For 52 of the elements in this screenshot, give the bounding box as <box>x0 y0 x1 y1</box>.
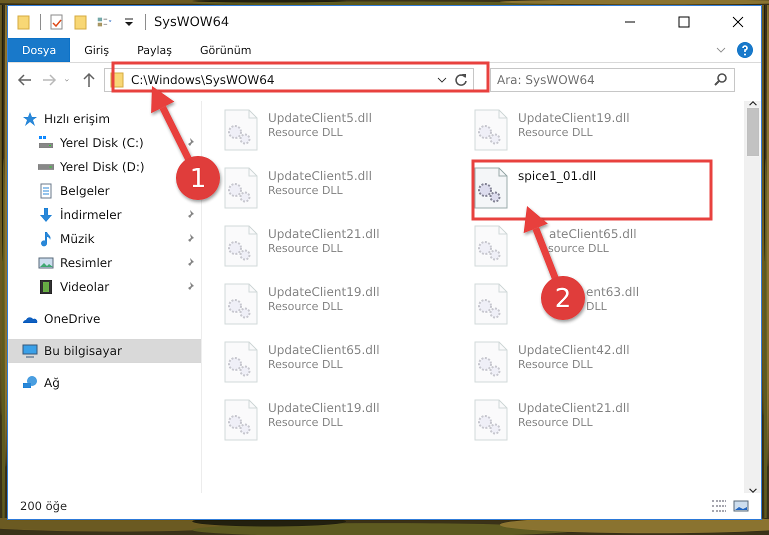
file-type: Resource DLL <box>268 358 343 371</box>
film-icon <box>38 279 54 295</box>
ribbon-tab[interactable]: Görünüm <box>186 38 266 62</box>
search-field[interactable]: Ara: SysWOW64 <box>490 68 735 92</box>
computer-icon <box>22 343 38 359</box>
dropdown-icon[interactable] <box>437 75 447 85</box>
file-type: Resource DLL <box>268 242 343 255</box>
help-icon[interactable] <box>737 42 753 58</box>
details-view-icon[interactable] <box>711 498 727 514</box>
properties-icon[interactable] <box>49 14 65 30</box>
file-type: Resource DLL <box>518 358 593 371</box>
address-field[interactable]: C:\Windows\SysWOW64 <box>104 68 474 92</box>
ribbon-tab[interactable]: Giriş <box>70 38 124 62</box>
network-icon <box>22 375 38 391</box>
sidebar-item[interactable]: Ağ <box>22 375 60 391</box>
scroll-thumb[interactable] <box>746 108 758 156</box>
file-type: Resource DLL <box>518 416 593 429</box>
ribbon-tab[interactable]: Dosya <box>8 38 70 62</box>
scroll-down-icon[interactable] <box>748 488 756 493</box>
sidebar-item[interactable]: OneDrive <box>22 311 100 327</box>
scrollbar[interactable] <box>744 101 761 493</box>
star-icon <box>22 111 38 127</box>
sidebar-item[interactable]: Hızlı erişim <box>22 111 110 127</box>
document-icon <box>38 183 54 199</box>
drive-icon <box>38 135 54 151</box>
file-type: Resource DLL <box>268 416 343 429</box>
sidebar-item[interactable]: Yerel Disk (C:) <box>38 135 144 151</box>
file-type: DLL <box>586 300 607 313</box>
item-count: 200 öğe <box>20 499 68 513</box>
sidebar-item[interactable]: İndirmeler <box>38 207 122 223</box>
maximize-icon[interactable] <box>678 16 690 28</box>
refresh-icon[interactable] <box>453 72 469 88</box>
large-icons-view-icon[interactable] <box>733 498 749 514</box>
close-icon[interactable] <box>732 16 744 28</box>
sidebar-item[interactable]: Videolar <box>38 279 110 295</box>
window-title: SysWOW64 <box>154 14 230 30</box>
file-type: Resource DLL <box>518 126 593 139</box>
file-name[interactable]: spice1_01.dll <box>518 167 596 183</box>
sidebar-item[interactable]: Müzik <box>38 231 95 247</box>
sidebar-item[interactable]: Yerel Disk (D:) <box>38 159 145 175</box>
scroll-up-icon[interactable] <box>748 101 756 106</box>
search-icon[interactable] <box>713 72 729 88</box>
download-icon <box>38 207 54 223</box>
file-type: Resource DLL <box>268 184 343 197</box>
file-type: Resource DLL <box>268 126 343 139</box>
sidebar-item[interactable]: Belgeler <box>38 183 110 199</box>
file-type: source DLL <box>548 242 609 255</box>
sidebar-item[interactable]: Resimler <box>38 255 112 271</box>
pictures-icon <box>38 255 54 271</box>
ribbon-tab[interactable]: Paylaş <box>123 38 186 62</box>
file-type: Resource DLL <box>268 300 343 313</box>
drive-icon <box>38 164 54 170</box>
